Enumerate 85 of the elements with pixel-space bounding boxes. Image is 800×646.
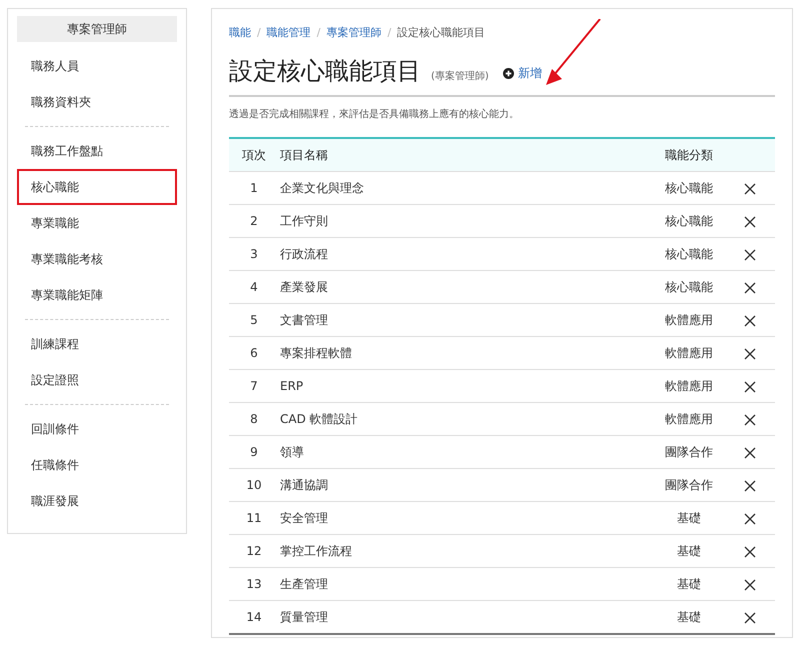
- page-title: 設定核心職能項目: [229, 56, 421, 87]
- sidebar-item[interactable]: 核心職能: [17, 169, 177, 205]
- table-cell: 4: [229, 270, 279, 304]
- plus-circle-icon: [502, 68, 514, 79]
- table-cell: 3: [229, 238, 279, 270]
- table-cell: 11: [229, 502, 279, 534]
- table-cell: 團隊合作: [653, 468, 725, 502]
- table-cell: 軟體應用: [653, 304, 725, 336]
- close-icon: [744, 348, 756, 360]
- table-cell: 生產管理: [279, 568, 653, 600]
- sidebar-item[interactable]: 職務工作盤點: [17, 133, 177, 169]
- close-icon: [744, 314, 756, 327]
- sidebar-item[interactable]: 職務人員: [17, 48, 177, 84]
- table-cell: 專案排程軟體: [279, 336, 653, 370]
- close-icon: [744, 216, 756, 228]
- table-cell: 工作守則: [279, 204, 653, 238]
- table-cell: 核心職能: [653, 204, 725, 238]
- sidebar-item[interactable]: 任職條件: [17, 447, 177, 483]
- table-cell: 基礎: [653, 568, 725, 600]
- table-cell: 基礎: [653, 502, 725, 534]
- close-icon: [744, 182, 756, 195]
- sidebar-item[interactable]: 回訓條件: [17, 411, 177, 447]
- breadcrumb-separator: /: [257, 26, 261, 38]
- column-header: 項目名稱: [279, 138, 653, 172]
- close-icon: [744, 380, 756, 393]
- table-cell: 團隊合作: [653, 436, 725, 468]
- column-header: 項次: [229, 138, 279, 172]
- close-icon: [744, 248, 756, 261]
- sidebar-item[interactable]: 專業職能矩陣: [17, 277, 177, 313]
- table-cell: 10: [229, 468, 279, 502]
- table-cell: 質量管理: [279, 600, 653, 634]
- table-cell: 5: [229, 304, 279, 336]
- table-cell: 6: [229, 336, 279, 370]
- table-cell: 行政流程: [279, 238, 653, 270]
- table-cell: 1: [229, 172, 279, 204]
- sidebar-item[interactable]: 職務資料夾: [17, 84, 177, 120]
- close-icon: [744, 446, 756, 459]
- sidebar-title: 專案管理師: [17, 16, 177, 42]
- table-cell: 基礎: [653, 534, 725, 568]
- table-cell: 掌控工作流程: [279, 534, 653, 568]
- close-icon: [744, 546, 756, 558]
- breadcrumb-link[interactable]: 職能: [229, 24, 251, 40]
- breadcrumb-separator: /: [316, 26, 320, 38]
- table-cell: 溝通協調: [279, 468, 653, 502]
- table-cell: 安全管理: [279, 502, 653, 534]
- table-cell: 核心職能: [653, 238, 725, 270]
- close-icon: [744, 282, 756, 294]
- table-cell: 8: [229, 402, 279, 436]
- table-cell: 企業文化與理念: [279, 172, 653, 204]
- close-icon: [744, 414, 756, 426]
- close-icon: [744, 512, 756, 525]
- sidebar-item[interactable]: 設定證照: [17, 362, 177, 398]
- close-icon: [744, 480, 756, 492]
- add-button[interactable]: 新增: [498, 65, 542, 82]
- table-cell: 核心職能: [653, 270, 725, 304]
- table-cell: 2: [229, 204, 279, 238]
- column-header: 職能分類: [653, 138, 725, 172]
- sidebar-item[interactable]: 職涯發展: [17, 483, 177, 519]
- table-cell: 9: [229, 436, 279, 468]
- table-cell: 領導: [279, 436, 653, 468]
- table-cell: 軟體應用: [653, 370, 725, 402]
- table-cell: 核心職能: [653, 172, 725, 204]
- table-cell: 基礎: [653, 600, 725, 634]
- sidebar-item[interactable]: 專業職能: [17, 205, 177, 241]
- table-cell: 14: [229, 600, 279, 634]
- close-icon: [744, 612, 756, 624]
- breadcrumb-link[interactable]: 專案管理師: [326, 24, 382, 40]
- close-icon: [744, 578, 756, 591]
- breadcrumb-current: 設定核心職能項目: [397, 24, 486, 40]
- sidebar-item[interactable]: 訓練課程: [17, 326, 177, 362]
- table-cell: 文書管理: [279, 304, 653, 336]
- page-subtitle: (專案管理師): [431, 70, 489, 83]
- table-cell: 產業發展: [279, 270, 653, 304]
- table-cell: 7: [229, 370, 279, 402]
- table-cell: 軟體應用: [653, 402, 725, 436]
- table-cell: ERP: [279, 370, 653, 402]
- annotation-arrow: [546, 19, 601, 85]
- table-cell: CAD 軟體設計: [279, 402, 653, 436]
- breadcrumb-link[interactable]: 職能管理: [266, 24, 311, 40]
- table-cell: 13: [229, 568, 279, 600]
- page-description: 透過是否完成相關課程，來評估是否具備職務上應有的核心能力。: [229, 108, 520, 121]
- table-cell: 軟體應用: [653, 336, 725, 370]
- table-cell: 12: [229, 534, 279, 568]
- breadcrumb-separator: /: [387, 26, 392, 38]
- sidebar-item[interactable]: 專業職能考核: [17, 241, 177, 277]
